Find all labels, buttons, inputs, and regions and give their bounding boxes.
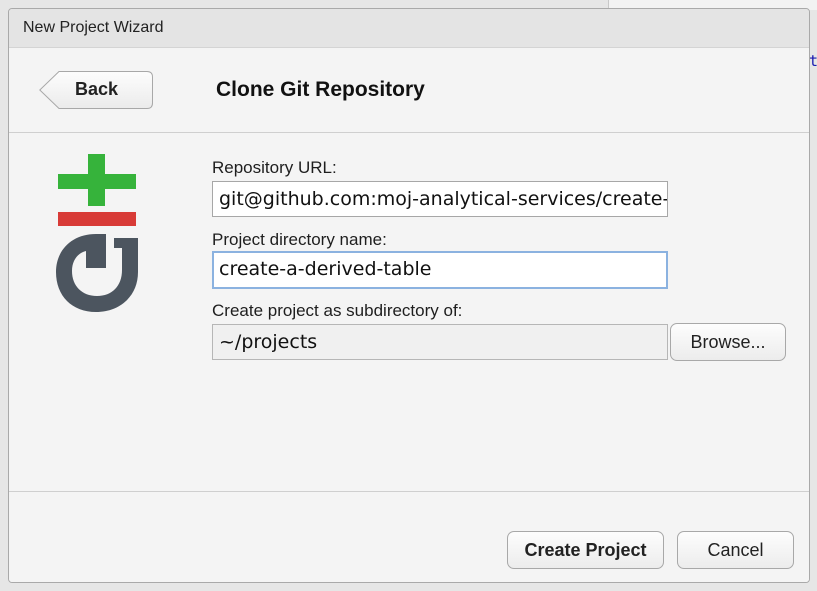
browse-button[interactable]: Browse... bbox=[670, 323, 786, 361]
repository-url-label: Repository URL: bbox=[212, 158, 337, 177]
dialog-titlebar[interactable]: New Project Wizard bbox=[9, 9, 809, 48]
back-button-label: Back bbox=[75, 79, 119, 99]
page-title: Clone Git Repository bbox=[216, 78, 425, 101]
footer-divider bbox=[9, 491, 809, 492]
subdirectory-path-field: ~/projects bbox=[212, 324, 668, 360]
directory-name-input[interactable]: create-a-derived-table bbox=[212, 251, 668, 289]
create-project-button[interactable]: Create Project bbox=[507, 531, 664, 569]
back-button[interactable]: Back bbox=[39, 71, 153, 109]
dialog-content: Back Clone Git Repository Repository URL… bbox=[9, 48, 809, 582]
subdirectory-label: Create project as subdirectory of: bbox=[212, 301, 463, 320]
dialog-title: New Project Wizard bbox=[23, 19, 164, 36]
cancel-button[interactable]: Cancel bbox=[677, 531, 794, 569]
git-logo-icon bbox=[56, 154, 138, 317]
wizard-header: Back Clone Git Repository bbox=[9, 48, 809, 133]
directory-name-label: Project directory name: bbox=[212, 230, 387, 249]
new-project-wizard-dialog: New Project Wizard Back Clone Git Reposi… bbox=[8, 8, 810, 583]
background-text-fragment: t bbox=[809, 52, 817, 70]
repository-url-input[interactable]: git@github.com:moj-analytical-services/c… bbox=[212, 181, 668, 217]
